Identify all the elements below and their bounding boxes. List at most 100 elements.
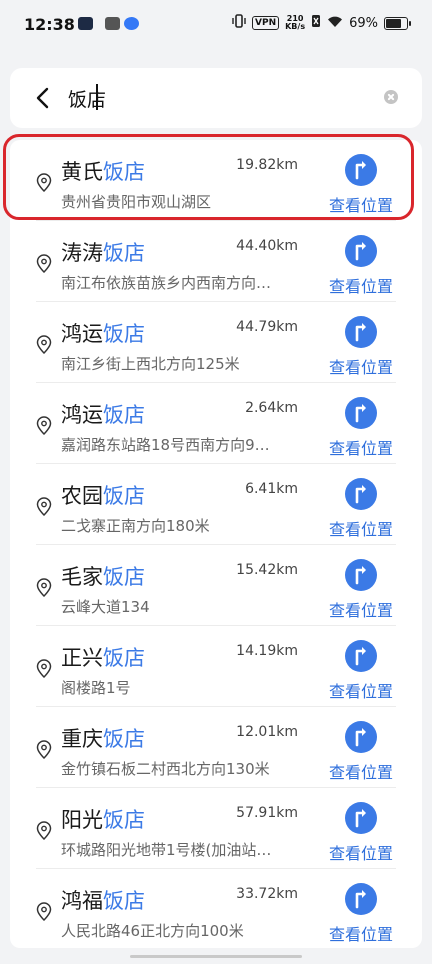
view-location-label: 查看位置 — [328, 196, 393, 215]
result-address: 阁楼路1号 — [61, 679, 131, 697]
location-pin-icon — [35, 253, 53, 274]
location-pin-icon — [35, 577, 53, 598]
battery-percent: 69% — [349, 15, 378, 31]
result-item[interactable]: 重庆饭店 12.01km 金竹镇石板二村西北方向130米 查看位置 — [10, 707, 422, 788]
result-name: 鸿福饭店 — [61, 889, 145, 913]
location-pin-icon — [35, 658, 53, 679]
result-distance: 33.72km — [236, 886, 298, 902]
result-item[interactable]: 正兴饭店 14.19km 阁楼路1号 查看位置 — [10, 626, 422, 707]
result-name: 正兴饭店 — [61, 646, 145, 670]
result-distance: 12.01km — [236, 724, 298, 740]
result-address: 云峰大道134 — [61, 598, 150, 616]
view-location-label: 查看位置 — [328, 439, 393, 458]
result-address: 环城路阳光地带1号楼(加油站… — [61, 841, 272, 859]
view-location-label: 查看位置 — [328, 925, 393, 944]
location-pin-icon — [35, 820, 53, 841]
view-location-label: 查看位置 — [328, 277, 393, 296]
result-keyword-highlight: 饭店 — [103, 808, 145, 832]
view-location-button[interactable]: 查看位置 — [327, 557, 395, 621]
result-distance: 44.40km — [236, 238, 298, 254]
view-location-button[interactable]: 查看位置 — [327, 719, 395, 783]
view-location-button[interactable]: 查看位置 — [327, 233, 395, 297]
no-sim-icon — [311, 14, 321, 32]
view-location-button[interactable]: 查看位置 — [327, 314, 395, 378]
result-address: 二戈寨正南方向180米 — [61, 517, 210, 535]
result-keyword-highlight: 饭店 — [103, 727, 145, 751]
result-distance: 57.91km — [236, 805, 298, 821]
result-address: 金竹镇石板二村西北方向130米 — [61, 760, 270, 778]
result-keyword-highlight: 饭店 — [103, 484, 145, 508]
view-location-button[interactable]: 查看位置 — [327, 638, 395, 702]
app-notification-icon — [78, 17, 93, 30]
navigation-turn-icon — [345, 721, 377, 753]
wallet-notification-icon — [105, 17, 120, 30]
navigation-turn-icon — [345, 235, 377, 267]
location-pin-icon — [35, 415, 53, 436]
result-name: 阳光饭店 — [61, 808, 145, 832]
result-item[interactable]: 鸿福饭店 33.72km 人民北路46正北方向100米 查看位置 — [10, 869, 422, 948]
result-keyword-highlight: 饭店 — [103, 160, 145, 184]
result-keyword-highlight: 饭店 — [103, 403, 145, 427]
result-item[interactable]: 农园饭店 6.41km 二戈寨正南方向180米 查看位置 — [10, 464, 422, 545]
view-location-button[interactable]: 查看位置 — [327, 395, 395, 459]
result-keyword-highlight: 饭店 — [103, 565, 145, 589]
back-arrow-icon[interactable] — [32, 86, 54, 110]
location-pin-icon — [35, 739, 53, 760]
result-item[interactable]: 黄氏饭店 19.82km 贵州省贵阳市观山湖区 查看位置 — [10, 140, 422, 221]
result-distance: 15.42km — [236, 562, 298, 578]
result-distance: 44.79km — [236, 319, 298, 335]
location-pin-icon — [35, 496, 53, 517]
result-name: 农园饭店 — [61, 484, 145, 508]
view-location-label: 查看位置 — [328, 682, 393, 701]
location-pin-icon — [35, 334, 53, 355]
result-address: 南江布依族苗族乡内西南方向… — [61, 274, 272, 292]
view-location-button[interactable]: 查看位置 — [327, 152, 395, 216]
result-name: 鸿运饭店 — [61, 403, 145, 427]
view-location-button[interactable]: 查看位置 — [327, 800, 395, 864]
home-indicator — [130, 955, 302, 958]
view-location-label: 查看位置 — [328, 763, 393, 782]
result-address: 贵州省贵阳市观山湖区 — [61, 193, 212, 211]
result-item[interactable]: 鸿运饭店 2.64km 嘉润路东站路18号西南方向9… 查看位置 — [10, 383, 422, 464]
navigation-turn-icon — [345, 316, 377, 348]
result-item[interactable]: 鸿运饭店 44.79km 南江乡街上西北方向125米 查看位置 — [10, 302, 422, 383]
result-item[interactable]: 毛家饭店 15.42km 云峰大道134 查看位置 — [10, 545, 422, 626]
result-keyword-highlight: 饭店 — [103, 322, 145, 346]
result-name: 鸿运饭店 — [61, 322, 145, 346]
view-location-button[interactable]: 查看位置 — [327, 476, 395, 540]
navigation-turn-icon — [345, 559, 377, 591]
result-address: 人民北路46正北方向100米 — [61, 922, 244, 940]
navigation-turn-icon — [345, 883, 377, 915]
result-name: 黄氏饭店 — [61, 160, 145, 184]
result-name: 重庆饭店 — [61, 727, 145, 751]
result-distance: 14.19km — [236, 643, 298, 659]
result-distance: 2.64km — [245, 400, 298, 416]
result-distance: 19.82km — [236, 157, 298, 173]
result-item[interactable]: 涛涛饭店 44.40km 南江布依族苗族乡内西南方向… 查看位置 — [10, 221, 422, 302]
result-name: 涛涛饭店 — [61, 241, 145, 265]
navigation-turn-icon — [345, 154, 377, 186]
vpn-badge: VPN — [252, 16, 280, 30]
result-keyword-highlight: 饭店 — [103, 241, 145, 265]
result-address: 嘉润路东站路18号西南方向9… — [61, 436, 270, 454]
vibrate-icon — [232, 14, 246, 32]
status-time: 12:38 — [24, 15, 75, 34]
result-keyword-highlight: 饭店 — [103, 889, 145, 913]
wifi-icon — [327, 15, 343, 32]
location-pin-icon — [35, 172, 53, 193]
status-bar: 12:38 VPN 210 KB/s 69% — [0, 0, 432, 50]
result-keyword-highlight: 饭店 — [103, 646, 145, 670]
baby-notification-icon — [124, 17, 139, 30]
result-item[interactable]: 阳光饭店 57.91km 环城路阳光地带1号楼(加油站… 查看位置 — [10, 788, 422, 869]
result-address: 南江乡街上西北方向125米 — [61, 355, 240, 373]
result-name: 毛家饭店 — [61, 565, 145, 589]
location-pin-icon — [35, 901, 53, 922]
navigation-turn-icon — [345, 397, 377, 429]
result-distance: 6.41km — [245, 481, 298, 497]
search-input[interactable] — [68, 82, 368, 114]
view-location-label: 查看位置 — [328, 844, 393, 863]
network-speed: 210 KB/s — [285, 14, 306, 31]
clear-search-icon[interactable] — [384, 90, 398, 104]
view-location-button[interactable]: 查看位置 — [327, 881, 395, 945]
search-results-list: 黄氏饭店 19.82km 贵州省贵阳市观山湖区 查看位置 涛涛饭店 44.40k… — [10, 140, 422, 948]
